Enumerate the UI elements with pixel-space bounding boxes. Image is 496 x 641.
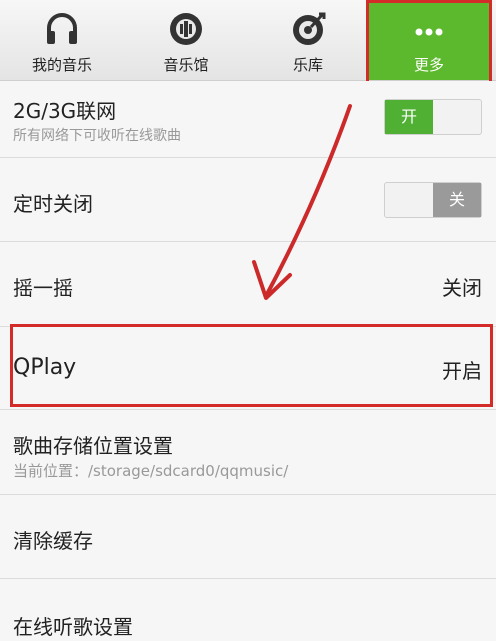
setting-row-online[interactable]: 在线听歌设置 <box>0 579 496 641</box>
setting-title: 摇一摇 <box>13 276 73 300</box>
setting-row-cache[interactable]: 清除缓存 <box>0 495 496 579</box>
tab-library[interactable]: 乐库 <box>248 0 368 80</box>
music-hall-icon <box>170 13 202 45</box>
tab-label: 音乐馆 <box>163 56 209 74</box>
setting-title: 歌曲存储位置设置 <box>13 434 173 458</box>
toggle-off-label: 关 <box>433 183 481 217</box>
highlight-box-qplay <box>10 324 493 407</box>
setting-title: 2G/3G联网 <box>13 99 117 123</box>
tab-label: 乐库 <box>292 56 323 74</box>
tab-music-hall[interactable]: 音乐馆 <box>124 0 248 80</box>
toggle-on-label: 开 <box>385 100 433 134</box>
setting-subtitle: 所有网络下可收听在线歌曲 <box>13 128 181 144</box>
setting-title: 清除缓存 <box>13 529 93 553</box>
network-toggle[interactable]: 开 <box>384 99 482 135</box>
setting-subtitle: 当前位置：/storage/sdcard0/qqmusic/ <box>13 462 289 480</box>
setting-row-shake[interactable]: 摇一摇 关闭 <box>0 242 496 327</box>
setting-title: 定时关闭 <box>13 192 93 216</box>
setting-row-network[interactable]: 2G/3G联网 所有网络下可收听在线歌曲 开 <box>0 81 496 158</box>
setting-row-timer[interactable]: 定时关闭 关 <box>0 158 496 242</box>
library-icon <box>293 12 326 45</box>
setting-value: 关闭 <box>442 276 482 300</box>
tab-my-music[interactable]: 我的音乐 <box>0 0 124 80</box>
headphones-icon <box>47 13 77 44</box>
setting-title: 在线听歌设置 <box>13 615 133 639</box>
highlight-box-more <box>366 0 492 86</box>
timer-toggle[interactable]: 关 <box>384 182 482 218</box>
setting-row-storage[interactable]: 歌曲存储位置设置 当前位置：/storage/sdcard0/qqmusic/ <box>0 410 496 495</box>
tab-label: 我的音乐 <box>31 56 92 74</box>
